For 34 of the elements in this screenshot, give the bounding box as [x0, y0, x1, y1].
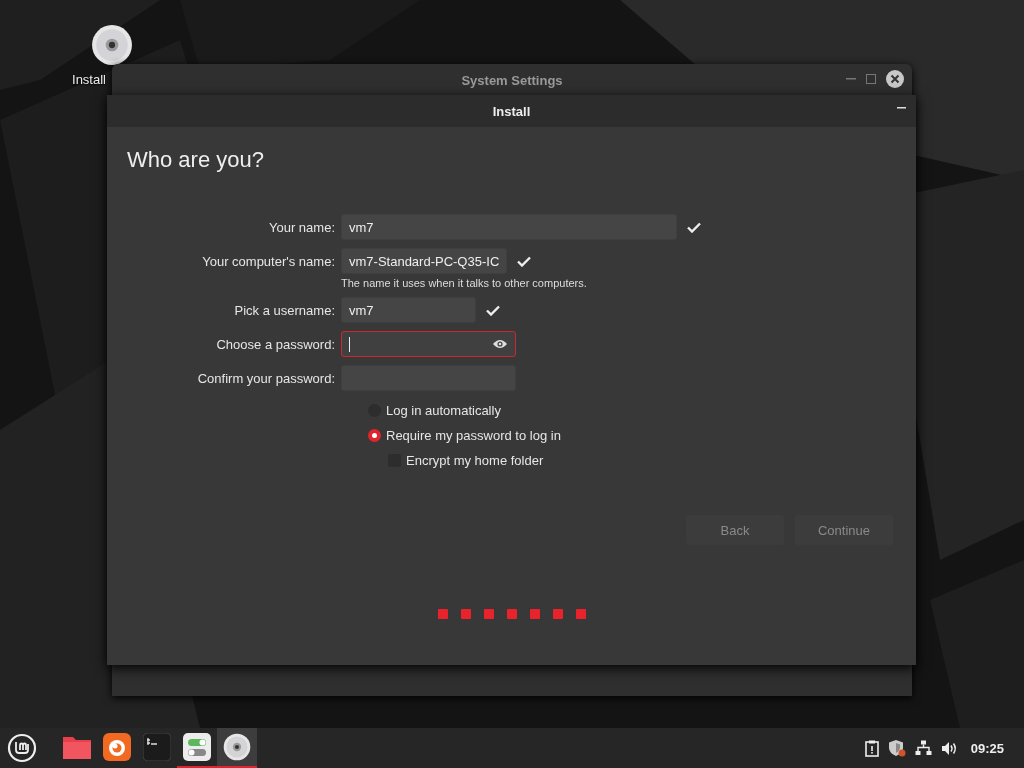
shield-icon[interactable] — [887, 739, 906, 757]
clock[interactable]: 09:25 — [970, 740, 1004, 756]
browser-icon[interactable] — [103, 733, 131, 761]
field-label: Confirm your password: — [196, 370, 335, 386]
volume-icon[interactable] — [940, 740, 958, 756]
option-label: Require my password to log in — [386, 427, 561, 443]
disc-icon — [223, 733, 251, 761]
terminal-icon[interactable] — [143, 733, 171, 761]
field-label: Your computer's name: — [201, 253, 335, 269]
input-field[interactable]: vm7-Standard-PC-Q35-IC — [341, 248, 508, 274]
input-field[interactable]: vm7 — [341, 214, 677, 240]
field-label: Your name: — [268, 219, 335, 235]
maximize-icon[interactable] — [866, 74, 876, 84]
eye-icon[interactable] — [492, 338, 508, 350]
password-field[interactable] — [341, 331, 516, 357]
radio-button[interactable] — [368, 428, 381, 442]
window-title: System Settings — [461, 72, 563, 88]
window-title: Install — [492, 103, 531, 119]
option-label: Log in automatically — [386, 402, 501, 418]
close-icon[interactable] — [886, 70, 904, 88]
folder-icon[interactable] — [62, 734, 92, 760]
field-label: Pick a username: — [233, 302, 335, 318]
input-field[interactable]: vm7 — [341, 297, 476, 323]
icon-label[interactable]: Install — [72, 72, 106, 87]
minimize-icon[interactable] — [897, 107, 906, 109]
menu-icon[interactable] — [7, 733, 37, 763]
clipboard-icon[interactable] — [864, 739, 879, 757]
toggles-icon[interactable] — [183, 733, 211, 761]
page-heading: Who are you? — [127, 147, 265, 173]
option-label: Encrypt my home folder — [406, 452, 544, 468]
hint-text: The name it uses when it talks to other computers. — [341, 277, 588, 289]
network-icon[interactable] — [914, 740, 932, 756]
taskbar-app[interactable] — [217, 728, 257, 768]
field-label: Choose a password: — [215, 336, 335, 352]
